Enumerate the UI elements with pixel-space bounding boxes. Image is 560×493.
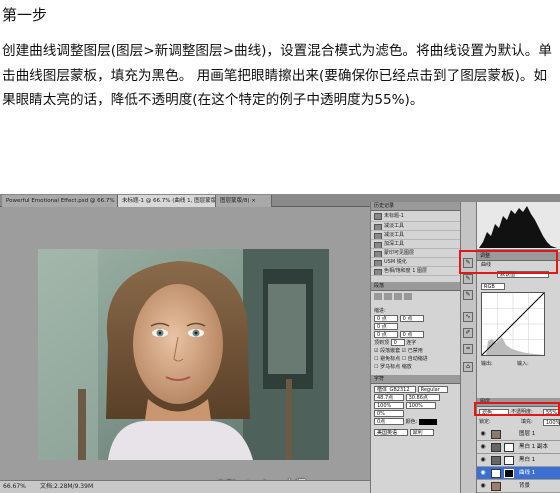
top-left-label: 顶到顶 (374, 340, 390, 346)
indent-first-field[interactable]: 0 点 (374, 323, 398, 330)
indent-label: 缩进: (374, 308, 386, 314)
eye-icon[interactable]: ◉ (480, 431, 486, 437)
history-item[interactable]: 色相/饱和度 1 图层 (371, 267, 460, 276)
paragraph-panel-title[interactable]: 段落 (371, 282, 460, 291)
input-label: 输入: (517, 361, 529, 367)
indent-left-field[interactable]: 0 点 (374, 315, 398, 322)
space-before-field[interactable]: 0 点 (374, 331, 398, 338)
justify-icon[interactable] (404, 293, 412, 300)
pencil-icon[interactable]: ✐ (463, 328, 473, 338)
document-tab-mask[interactable]: 图层蒙版/8) × (216, 195, 272, 207)
eye-icon[interactable]: ◉ (480, 444, 486, 450)
history-snapshot[interactable]: 未标题-1 (371, 211, 460, 222)
text-color-swatch[interactable] (418, 418, 437, 425)
space-after-field[interactable]: 0 点 (399, 331, 424, 338)
color-label: 颜色: (405, 419, 418, 425)
layer-mask-thumbnail (504, 456, 514, 465)
history-item[interactable]: USM 锐化 (371, 258, 460, 267)
article-heading: 第一步 (2, 6, 48, 24)
layer-thumbnail (491, 469, 501, 478)
eye-icon[interactable]: ◉ (480, 457, 486, 463)
zoom-readout[interactable]: 66.67% (3, 481, 26, 493)
language-select[interactable]: 美国英语 (374, 429, 408, 436)
document-tab-emotional[interactable]: Powerful Emotional Effect.psd @ 66.7% (L… (2, 195, 118, 207)
check-disabled[interactable]: 已禁用 (408, 348, 423, 354)
smooth-icon[interactable]: ≈ (463, 344, 473, 354)
histogram-panel (477, 202, 560, 250)
vertical-scale-field[interactable]: 100% (374, 402, 404, 409)
layer-name: 黑白 1 (519, 457, 536, 463)
layer-name: 背景 (519, 483, 531, 489)
top-left-field[interactable]: 0 (390, 339, 405, 346)
history-item[interactable]: 加深工具 (371, 240, 460, 249)
font-style-select[interactable]: Regular (417, 386, 448, 393)
doc-size-readout: 文档:2.28M/9.39M (40, 483, 94, 490)
lock-label: 锁定: (479, 419, 491, 425)
histogram-graph (479, 206, 557, 248)
kerning-field[interactable]: 0% (374, 410, 404, 417)
output-label: 输出: (481, 361, 493, 367)
panel-icon-strip: ✎ ✎ ✎ ∿ ✐ ≈ ⌂ (460, 202, 476, 493)
layer-name: 曲线 1 (519, 470, 536, 476)
layer-row[interactable]: ◉ 黑白 1 副本 (477, 441, 560, 454)
eyedropper-plus-icon[interactable]: ✎ (463, 274, 473, 284)
layer-mask-thumbnail (504, 469, 514, 478)
layer-thumbnail (491, 482, 501, 491)
article-body: 创建曲线调整图层(图层>新调整图层>曲线)，设置混合模式为滤色。将曲线设置为默认… (2, 43, 552, 108)
check-punct[interactable]: 避免标点 (380, 356, 400, 362)
layer-name: 黑白 1 副本 (519, 444, 548, 450)
canvas-area[interactable]: @Photoshop大师 (0, 207, 370, 491)
photoshop-window: Powerful Emotional Effect.psd @ 66.7% (L… (0, 194, 560, 493)
layer-list: ◉ 图层 1 ◉ 黑白 1 副本 ◉ 黑白 1 ◉ 曲线 1 ◉ 背景 (477, 428, 560, 493)
layer-row[interactable]: ◉ 图层 1 (477, 428, 560, 441)
panel-column-left: 历史记录 未标题-1 减淡工具 减淡工具 加深工具 蒙印可见图层 USM 锐化 … (370, 202, 460, 493)
curves-graph[interactable] (481, 292, 545, 356)
font-family-select[interactable]: 楷体_GB2312 (374, 386, 416, 393)
portrait-photo (38, 249, 329, 460)
eye-icon[interactable]: ◉ (480, 470, 486, 476)
check-autoindent[interactable]: 自动缩进 (408, 356, 428, 362)
layer-mask-thumbnail (504, 443, 514, 452)
fill-label: 填充: (521, 419, 533, 425)
character-panel-title[interactable]: 字符 (371, 375, 460, 384)
channel-select[interactable]: RGB (481, 283, 505, 290)
layer-name: 图层 1 (519, 431, 536, 437)
check-roman[interactable]: 罗马标点 (380, 364, 400, 370)
portrait-image (38, 249, 329, 460)
eyedropper-minus-icon[interactable]: ✎ (463, 290, 473, 300)
panel-column-right: 调整 曲线 默认值 RGB 输出: 输入: 图层 滤色 不透明度: 55% 锁定… (476, 202, 560, 493)
hyphen-label: 连字 (406, 340, 417, 346)
indent-right-field[interactable]: 0 点 (399, 315, 424, 322)
highlight-curves-preset (459, 250, 558, 274)
antialias-select[interactable]: 犀利 (409, 429, 434, 436)
history-item[interactable]: 减淡工具 (371, 231, 460, 240)
history-item[interactable]: 减淡工具 (371, 222, 460, 231)
history-panel-title[interactable]: 历史记录 (371, 202, 460, 211)
check-nest[interactable]: 段落嵌套 (380, 348, 400, 354)
baseline-field[interactable]: 0点 (374, 418, 404, 425)
layer-row[interactable]: ◉ 背景 (477, 480, 560, 493)
align-left-icon[interactable] (374, 293, 382, 300)
zoom-label: 缩放 (401, 364, 412, 370)
layer-row-selected[interactable]: ◉ 曲线 1 (477, 467, 560, 480)
horizontal-scale-field[interactable]: 100% (405, 402, 436, 409)
history-item[interactable]: 蒙印可见图层 (371, 249, 460, 258)
align-center-icon[interactable] (384, 293, 392, 300)
highlight-blend-opacity (474, 402, 560, 416)
layer-thumbnail (491, 443, 501, 452)
leading-field[interactable]: 30.86点 (405, 394, 440, 401)
fill-field[interactable]: 100% (543, 419, 560, 426)
layer-thumbnail (491, 430, 501, 439)
align-right-icon[interactable] (394, 293, 402, 300)
layer-row[interactable]: ◉ 黑白 1 (477, 454, 560, 467)
layer-thumbnail (491, 456, 501, 465)
curve-line (481, 292, 545, 356)
clip-icon[interactable]: ⌂ (463, 362, 473, 372)
curve-point-icon[interactable]: ∿ (463, 312, 473, 322)
document-tab-untitled[interactable]: 未标题-1 @ 66.7% (曲线 1, 图层蒙版/8) × (118, 195, 216, 207)
align-buttons (374, 293, 457, 307)
font-size-field[interactable]: 48.7点 (374, 394, 404, 401)
eye-icon[interactable]: ◉ (480, 483, 486, 489)
status-bar: 66.67% 文档:2.28M/9.39M (0, 480, 370, 493)
